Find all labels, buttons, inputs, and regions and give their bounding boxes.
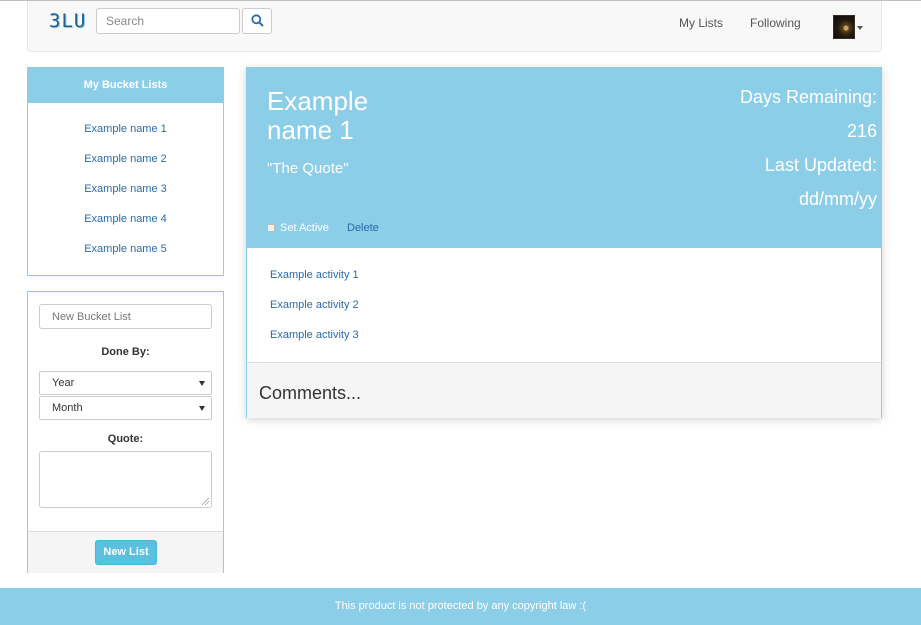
page-footer: This product is not protected by any cop… [0,588,921,625]
bucket-list-card: Example name 1 "The Quote" Days Remainin… [246,67,882,418]
sidebar-item-list-5[interactable]: Example name 5 [28,243,223,255]
navbar: 3LU My Lists Following [27,1,882,52]
year-select[interactable]: Year [39,371,212,395]
dropdown-arrow-icon [199,381,205,386]
activity-item-1[interactable]: Example activity 1 [270,269,359,281]
comments-label: Comments... [259,383,362,403]
logo[interactable]: 3LU [49,10,85,32]
search-input[interactable] [96,8,240,34]
days-remaining-value: 216 [846,121,877,141]
set-active-checkbox[interactable]: Set Active [267,222,329,234]
search-button[interactable] [242,8,272,34]
form-footer: New List [28,531,223,573]
bucket-lists-panel: My Bucket Lists Example name 1 Example n… [27,67,224,276]
sidebar-item-list-1[interactable]: Example name 1 [28,123,223,135]
nav-my-lists[interactable]: My Lists [679,16,723,30]
last-updated-value: dd/mm/yy [798,189,877,209]
footer-text: This product is not protected by any cop… [334,600,587,612]
list-title: Example name 1 [267,86,369,145]
done-by-label: Done By: [101,346,150,358]
last-updated-label: Last Updated: [764,155,877,175]
days-remaining-label: Days Remaining: [739,87,877,107]
activity-item-3[interactable]: Example activity 3 [270,329,359,341]
nav-following[interactable]: Following [750,16,801,30]
card-header: Example name 1 "The Quote" Days Remainin… [247,68,881,248]
sidebar-item-list-3[interactable]: Example name 3 [28,183,223,195]
chevron-down-icon[interactable] [857,26,863,30]
dropdown-arrow-icon [199,406,205,411]
avatar[interactable] [833,15,855,39]
new-list-button[interactable]: New List [95,540,157,565]
new-bucket-list-input[interactable] [39,304,212,329]
quote-label: Quote: [107,433,144,445]
year-select-value: Year [52,377,75,389]
search-icon [251,14,264,27]
resize-grip-icon[interactable] [202,498,209,505]
bucket-lists-title: My Bucket Lists [28,68,223,103]
month-select[interactable]: Month [39,396,212,420]
new-list-form: Done By: Year Month Quote: New List [27,291,224,573]
sidebar-item-list-4[interactable]: Example name 4 [28,213,223,225]
month-select-value: Month [52,402,83,414]
quote-textarea[interactable] [39,451,212,508]
list-quote: "The Quote" [267,160,349,177]
delete-link[interactable]: Delete [347,222,379,234]
set-active-label: Set Active [280,222,329,234]
checkbox-icon[interactable] [267,224,275,232]
sidebar-item-list-2[interactable]: Example name 2 [28,153,223,165]
activity-item-2[interactable]: Example activity 2 [270,299,359,311]
comments-section[interactable]: Comments... [247,362,881,418]
